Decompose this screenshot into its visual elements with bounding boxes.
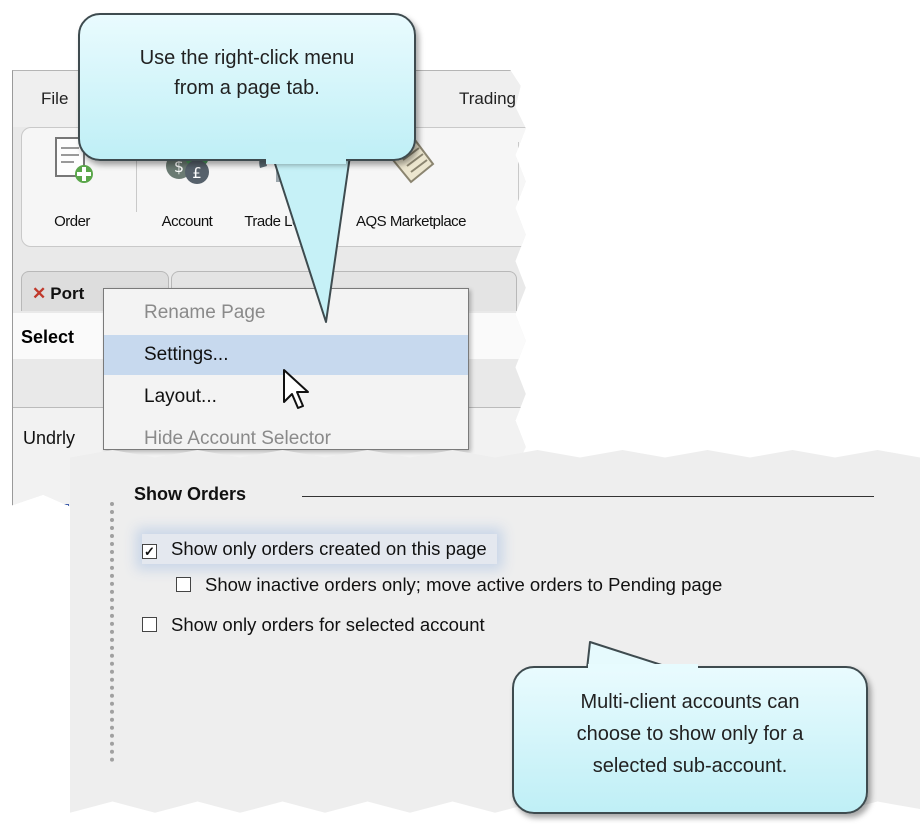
- checkbox-unchecked[interactable]: [176, 577, 191, 592]
- menu-file[interactable]: File: [41, 89, 68, 109]
- option-label: Show only orders for selected account: [171, 614, 485, 635]
- callout-bottom-line-1: Multi-client accounts can: [580, 691, 800, 713]
- account-label: Account: [161, 213, 213, 230]
- order-label: Order: [54, 213, 90, 230]
- callout-top-line-2: from a page tab.: [174, 77, 320, 99]
- option-label: Show inactive orders only; move active o…: [205, 574, 723, 595]
- tab-portfolio-label: Port: [50, 284, 85, 303]
- option-label: Show only orders created on this page: [171, 538, 487, 559]
- option-show-orders-selected-account[interactable]: Show only orders for selected account: [142, 614, 485, 636]
- select-label: Select: [21, 327, 75, 347]
- checkbox-unchecked[interactable]: [142, 617, 157, 632]
- callout-bottom-line-3: selected sub-account.: [592, 755, 788, 777]
- callout-top-pointer-join: [266, 142, 346, 164]
- type-cell[interactable]: Ty: [21, 504, 69, 543]
- toolbar-separator: [518, 142, 519, 212]
- column-header-undrly[interactable]: Undrly: [23, 428, 75, 449]
- menu-trading[interactable]: Trading: [459, 89, 516, 109]
- dotted-edge: [110, 502, 114, 762]
- section-divider: [302, 496, 874, 497]
- callout-top-pointer: [267, 141, 353, 323]
- callout-top: Use the right-click menu from a page tab…: [78, 13, 416, 161]
- checkbox-checked[interactable]: ✓: [142, 544, 157, 559]
- callout-bottom: Multi-client accounts can choose to show…: [512, 666, 868, 814]
- type-label: Ty: [28, 523, 48, 543]
- callout-bottom-pointer-join: [588, 664, 698, 672]
- close-tab-icon[interactable]: ✕: [32, 284, 46, 303]
- option-show-inactive-orders-only[interactable]: Show inactive orders only; move active o…: [176, 574, 722, 596]
- svg-text:£: £: [192, 164, 202, 182]
- callout-bottom-line-2: choose to show only for a: [576, 723, 804, 745]
- section-title-show-orders: Show Orders: [134, 484, 247, 504]
- callout-top-line-1: Use the right-click menu: [139, 47, 355, 69]
- option-show-only-orders-this-page[interactable]: ✓ Show only orders created on this page: [142, 534, 497, 564]
- mouse-cursor-icon: [283, 369, 309, 409]
